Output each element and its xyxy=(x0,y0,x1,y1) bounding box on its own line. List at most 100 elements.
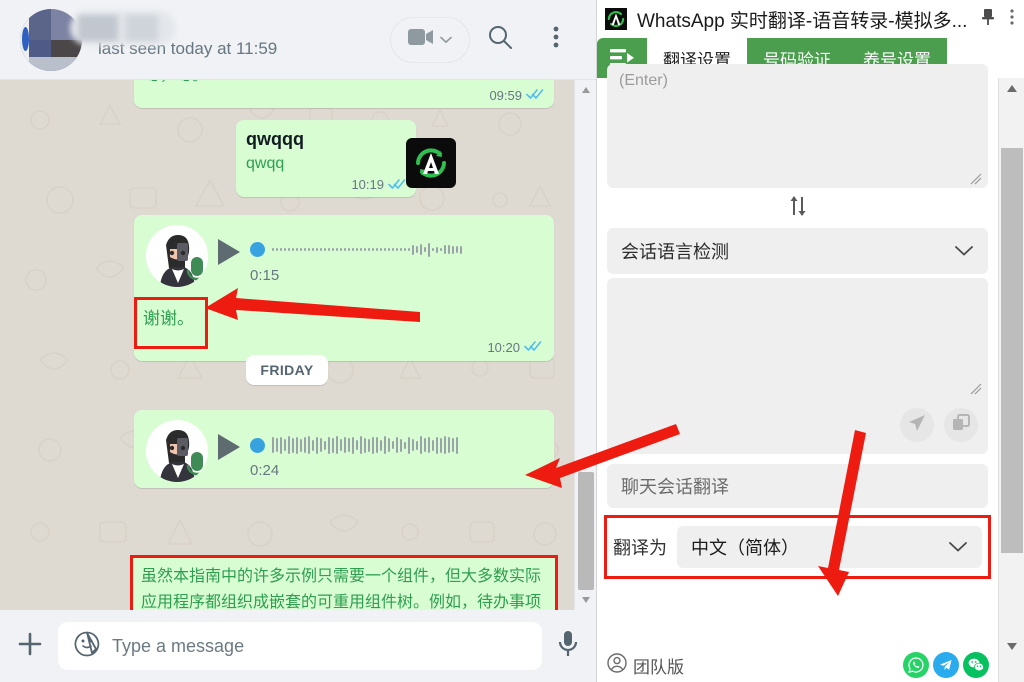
day-divider-label: FRIDAY xyxy=(246,355,328,385)
plus-icon xyxy=(18,632,42,655)
chevron-down-icon xyxy=(948,537,968,558)
user-circle-icon xyxy=(607,652,627,678)
chat-messages-area: 嗯，嗯。 09:59 qwqqq qwqq 10:19 xyxy=(0,80,596,610)
target-textarea-actions xyxy=(900,408,978,442)
waveform-bars xyxy=(272,436,459,454)
message-input-wrapper[interactable]: Type a message xyxy=(58,622,542,670)
translator-badge-icon xyxy=(406,138,456,188)
search-icon xyxy=(487,24,513,55)
message-bubble-voice[interactable]: 0:24 虽然本指南中的许多示例只需要一个组件，但大多数实际应用程序都组织成嵌套… xyxy=(130,410,558,610)
video-call-button[interactable] xyxy=(390,16,470,63)
chat-header: last seen today at 11:59 xyxy=(0,0,596,80)
pin-icon[interactable] xyxy=(980,8,996,31)
microphone-icon xyxy=(558,630,578,656)
contact-name xyxy=(70,10,175,45)
voice-player[interactable]: 0:15 xyxy=(146,225,542,287)
plugin-titlebar: WhatsApp 实时翻译-语音转录-模拟多... xyxy=(597,0,1024,38)
playhead-dot[interactable] xyxy=(250,242,265,258)
translate-to-value: 中文（简体） xyxy=(691,538,799,558)
voice-transcript: 谢谢。 xyxy=(143,309,194,328)
chat-header-actions xyxy=(390,14,582,66)
translate-to-select[interactable]: 中文（简体） xyxy=(677,526,982,568)
voice-duration: 0:24 xyxy=(250,462,280,480)
source-language-value: 会话语言检测 xyxy=(621,242,729,262)
source-language-select[interactable]: 会话语言检测 xyxy=(607,228,988,274)
source-textarea-value: (Enter) xyxy=(619,72,668,89)
plugin-titlebar-actions xyxy=(980,8,1016,31)
sender-thumbnail xyxy=(146,225,208,287)
message-translated-text: qwqq xyxy=(246,155,285,173)
play-button[interactable] xyxy=(218,239,240,265)
message-input[interactable]: Type a message xyxy=(112,636,244,657)
voice-transcript: 虽然本指南中的许多示例只需要一个组件，但大多数实际应用程序都组织成嵌套的可重用组… xyxy=(141,568,542,610)
play-button[interactable] xyxy=(218,434,240,460)
source-textarea[interactable]: (Enter) xyxy=(607,64,988,188)
plugin-title: WhatsApp 实时翻译-语音转录-模拟多... xyxy=(637,10,968,32)
read-receipt-icon xyxy=(526,87,544,103)
day-divider: FRIDAY xyxy=(0,355,574,385)
video-camera-icon xyxy=(408,28,434,51)
sender-thumbnail xyxy=(146,420,208,482)
chevron-down-icon xyxy=(954,241,974,262)
attach-button[interactable] xyxy=(16,630,44,663)
send-button[interactable] xyxy=(900,408,934,442)
message-bubble-voice[interactable]: 0:15 谢谢。 10:20 xyxy=(134,215,554,361)
message-meta: 10:19 xyxy=(246,177,406,193)
resize-grip-icon[interactable] xyxy=(970,382,982,395)
swap-languages-button[interactable] xyxy=(607,188,988,228)
resize-grip-icon[interactable] xyxy=(970,172,982,185)
target-textarea[interactable] xyxy=(607,278,988,454)
avatar[interactable] xyxy=(20,8,175,71)
message-composer: Type a message xyxy=(0,610,596,682)
account-label: 团队版 xyxy=(633,657,684,677)
chat-translate-label: 聊天会话翻译 xyxy=(621,477,729,497)
copy-button[interactable] xyxy=(944,408,978,442)
voice-player[interactable]: 0:24 xyxy=(146,420,542,482)
voice-waveform[interactable]: 0:15 xyxy=(250,225,542,284)
emoji-sticker-icon[interactable] xyxy=(74,631,100,662)
waveform-bars xyxy=(272,242,463,257)
telegram-icon[interactable] xyxy=(933,652,959,678)
playhead-dot[interactable] xyxy=(250,437,265,453)
voice-record-button[interactable] xyxy=(556,629,580,664)
chat-scrollbar[interactable] xyxy=(574,80,596,610)
voice-waveform[interactable]: 0:24 xyxy=(250,420,542,479)
vertical-dots-icon xyxy=(553,25,559,54)
social-links xyxy=(903,652,989,678)
vertical-dots-icon[interactable] xyxy=(1010,8,1014,31)
whatsapp-icon[interactable] xyxy=(903,652,929,678)
message-bubble-text[interactable]: 嗯，嗯。 09:59 xyxy=(134,80,554,108)
search-button[interactable] xyxy=(474,14,526,66)
message-bubble-text[interactable]: qwqqq qwqq 10:19 xyxy=(236,120,416,197)
scroll-up-arrow-icon[interactable] xyxy=(575,80,596,100)
message-meta: 09:59 xyxy=(489,87,544,103)
panel-scrollbar[interactable] xyxy=(998,78,1024,682)
translate-to-row-highlight: 翻译为 中文（简体） xyxy=(604,515,991,579)
voice-duration: 0:15 xyxy=(250,267,280,284)
panel-scroll-down-arrow-icon[interactable] xyxy=(999,636,1024,656)
chat-scrollbar-thumb[interactable] xyxy=(578,472,594,590)
message-time: 09:59 xyxy=(489,87,522,103)
read-receipt-icon xyxy=(524,339,542,355)
scroll-down-arrow-icon[interactable] xyxy=(575,590,596,610)
chat-translate-section[interactable]: 聊天会话翻译 xyxy=(607,464,988,508)
message-original-text: qwqqq xyxy=(246,129,304,149)
wechat-icon[interactable] xyxy=(963,652,989,678)
panel-scroll-up-arrow-icon[interactable] xyxy=(999,78,1024,98)
plugin-body: (Enter) 会话语言检测 聊天会话翻译 翻译为 中文（简体） 团队版 xyxy=(597,64,1024,682)
message-text: 嗯，嗯。 xyxy=(144,80,544,87)
whatsapp-window: last seen today at 11:59 09:59 qwqqq qwq… xyxy=(0,0,596,682)
chat-menu-button[interactable] xyxy=(530,14,582,66)
read-receipt-icon xyxy=(388,177,406,193)
messages-list: 嗯，嗯。 09:59 qwqqq qwqq 10:19 xyxy=(0,80,574,610)
plugin-scroll-content: (Enter) 会话语言检测 聊天会话翻译 翻译为 中文（简体） xyxy=(597,64,998,682)
app-logo-icon xyxy=(605,8,627,30)
panel-scrollbar-thumb[interactable] xyxy=(1001,148,1023,553)
copy-icon xyxy=(952,413,970,437)
voice-transcript-highlight: 谢谢。 xyxy=(134,297,208,349)
plugin-footer: 团队版 xyxy=(597,648,999,682)
microphone-icon xyxy=(184,450,208,482)
microphone-icon xyxy=(184,255,208,287)
send-paper-plane-icon xyxy=(908,414,926,437)
message-time: 10:19 xyxy=(351,177,384,193)
